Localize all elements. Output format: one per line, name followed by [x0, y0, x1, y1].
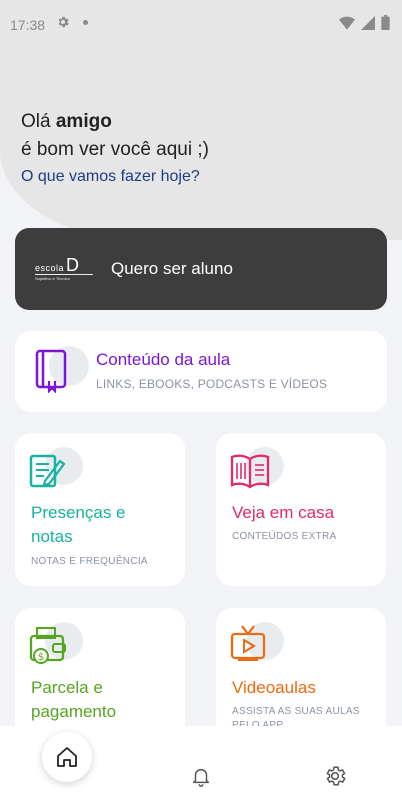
nav-home-button[interactable]: [42, 732, 92, 782]
card-subtitle: LINKS, EBOOKS, PODCASTS E VÍDEOS: [96, 377, 328, 391]
school-logo: escola D Supletivo e Técnico: [35, 256, 93, 281]
open-book-icon: [230, 453, 270, 497]
card-watch-at-home[interactable]: Veja em casa CONTEÚDOS EXTRA: [216, 433, 386, 586]
status-bar: 17:38: [0, 0, 402, 50]
book-icon: [35, 349, 75, 394]
card-title: Veja em casa: [232, 503, 335, 522]
card-class-content[interactable]: Conteúdo da aula LINKS, EBOOKS, PODCASTS…: [15, 331, 387, 412]
student-button-label: Quero ser aluno: [111, 259, 233, 278]
nav-notifications-button[interactable]: [190, 764, 212, 793]
status-icons: [339, 15, 390, 30]
notes-edit-icon: [29, 453, 69, 497]
battery-icon: [381, 15, 390, 30]
want-to-be-student-button[interactable]: escola D Supletivo e Técnico Quero ser al…: [15, 228, 387, 310]
question-text: O que vamos fazer hoje?: [21, 168, 200, 185]
card-title: Videoaulas: [232, 678, 316, 697]
bell-icon: [192, 768, 210, 787]
home-icon: [57, 747, 77, 767]
card-title: Parcela e pagamento: [31, 678, 117, 721]
card-subtitle: NOTAS E FREQUÊNCIA: [31, 556, 148, 567]
card-title: Presenças e notas: [31, 503, 126, 546]
signal-icon: [361, 15, 375, 30]
nav-settings-button[interactable]: [323, 764, 347, 793]
wallet-icon: $: [29, 626, 69, 670]
tv-play-icon: [230, 624, 270, 668]
notification-dot-icon: [83, 20, 88, 25]
status-time: 17:38: [10, 17, 46, 33]
gear-icon: [56, 15, 70, 32]
card-subtitle: CONTEÚDOS EXTRA: [232, 531, 337, 542]
svg-text:$: $: [38, 652, 44, 663]
greeting-line2: é bom ver você aqui ;): [21, 139, 209, 160]
greeting: Olá amigo é bom ver você aqui ;): [21, 108, 209, 164]
card-title: Conteúdo da aula: [96, 350, 231, 369]
wifi-icon: [339, 16, 355, 30]
card-presences-grades[interactable]: Presenças e notas NOTAS E FREQUÊNCIA: [15, 433, 185, 586]
greeting-name: amigo: [55, 111, 112, 132]
greeting-prefix: Olá: [21, 111, 56, 132]
settings-icon: [326, 766, 346, 786]
